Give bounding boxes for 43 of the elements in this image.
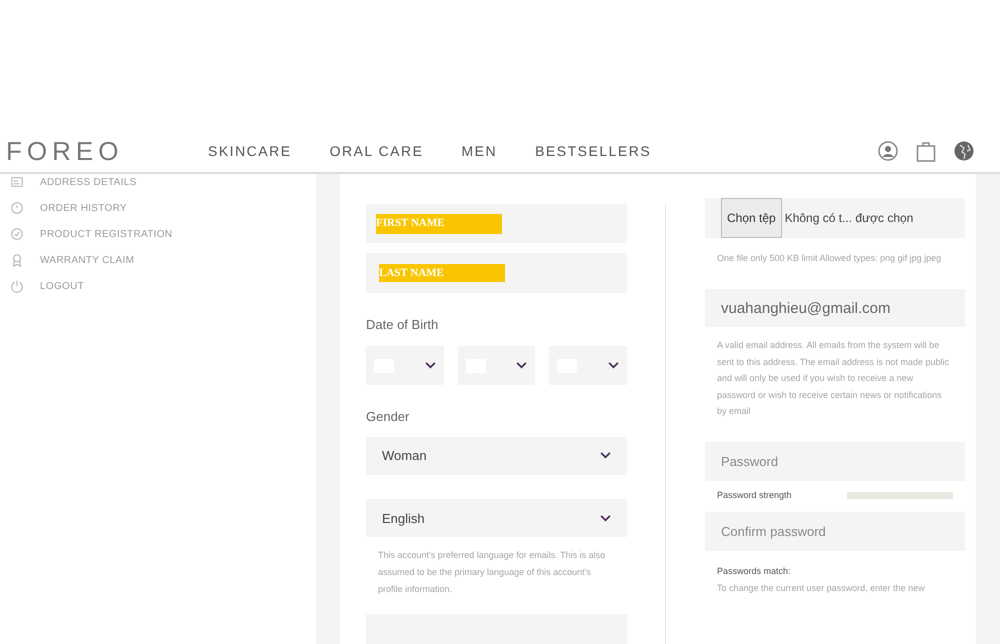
field-label: Date of Birth (366, 316, 440, 334)
strength-label: Password strength (717, 488, 793, 502)
card-icon (10, 175, 24, 189)
nav-link[interactable]: SKINCARE (208, 140, 292, 162)
help-text: A valid email address. All emails from the system will be sent to this address. The email address is not made public and will only be used if you wish to receive a new password or wish to receive certain news or notifications by email (716, 339, 950, 418)
help-text: This account's preferred language for emails. This is also assumed to be the primary language of this account's profile information. (377, 549, 606, 596)
language-select[interactable]: English (366, 499, 627, 538)
chevron-down-icon (424, 362, 436, 370)
nav-link[interactable]: BESTSELLERS (535, 140, 652, 162)
match-label: Passwords match: (716, 565, 792, 578)
date-select[interactable] (366, 346, 444, 386)
sidebar-link[interactable]: ADDRESS DETAILS (10, 174, 316, 190)
award-icon (10, 253, 24, 267)
globe-icon[interactable] (954, 141, 974, 161)
chevron-down-icon (600, 452, 611, 460)
clock-icon (10, 201, 24, 215)
help-text: To change the current user password, enter the new (716, 582, 926, 595)
check-circle-icon (10, 227, 24, 241)
field-label: Gender (366, 408, 410, 426)
field-value: FIRST NAME (376, 214, 502, 234)
sidebar-link[interactable]: LOGOUT (10, 278, 316, 294)
date-select[interactable] (549, 346, 628, 386)
power-icon (10, 279, 24, 293)
sidebar-link[interactable]: ORDER HISTORY (10, 200, 316, 216)
chevron-down-icon (608, 362, 620, 370)
nav-link[interactable]: MEN (461, 140, 498, 162)
help-text: One file only 500 KB limit Allowed types: png gif jpg jpeg (716, 252, 942, 265)
field-value: LAST NAME (379, 264, 505, 282)
chevron-down-icon (516, 362, 528, 370)
brand-logo[interactable]: FOREO (6, 132, 206, 170)
chevron-down-icon (600, 514, 611, 522)
password-field[interactable]: Password (705, 442, 965, 480)
sidebar-link[interactable]: WARRANTY CLAIM (10, 252, 316, 268)
nav-link[interactable]: ORAL CARE (330, 140, 424, 162)
sidebar-link[interactable]: PRODUCT REGISTRATION (10, 226, 316, 242)
date-select[interactable] (458, 346, 536, 386)
account-icon[interactable] (878, 141, 898, 161)
file-status: Không có t... được chọn (784, 210, 914, 227)
gender-select[interactable]: Woman (366, 436, 627, 476)
confirm-password-field[interactable]: Confirm password (705, 512, 965, 551)
choose-file-button[interactable]: Chọn tệp (721, 198, 782, 238)
email-field[interactable]: vuahanghieu@gmail.com (705, 289, 965, 327)
shopping-bag-icon[interactable] (916, 140, 936, 162)
